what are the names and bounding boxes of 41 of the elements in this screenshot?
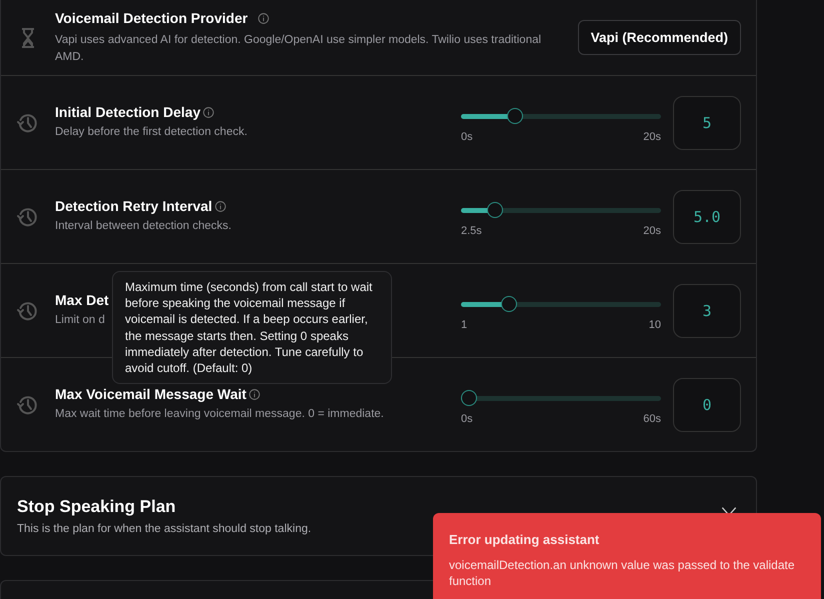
slider-track[interactable] xyxy=(461,202,661,219)
min-label: 2.5s xyxy=(461,225,482,237)
max-label: 20s xyxy=(643,131,661,143)
max-label: 60s xyxy=(643,413,661,425)
value-field[interactable]: 0 xyxy=(673,378,741,432)
setting-description: Limit on d xyxy=(55,313,105,328)
min-label: 0s xyxy=(461,413,473,425)
value-field[interactable]: 5.0 xyxy=(673,190,741,244)
max-label: 10 xyxy=(648,319,661,331)
setting-title: Max Voicemail Message Wait xyxy=(55,386,246,402)
slider-track[interactable] xyxy=(461,390,661,407)
slider-track[interactable] xyxy=(461,296,661,313)
value-field[interactable]: 3 xyxy=(673,284,741,338)
slider-thumb[interactable] xyxy=(461,390,477,406)
setting-description: Max wait time before leaving voicemail message. 0 = immediate. xyxy=(55,407,384,422)
provider-dropdown[interactable]: Vapi (Recommended) xyxy=(578,20,741,55)
setting-description: Interval between detection checks. xyxy=(55,219,232,234)
setting-title: Max Det xyxy=(55,292,109,308)
min-label: 1 xyxy=(461,319,468,331)
slider-track[interactable] xyxy=(461,108,661,125)
setting-title: Initial Detection Delay xyxy=(55,104,200,120)
value-field[interactable]: 5 xyxy=(673,96,741,150)
info-icon[interactable] xyxy=(258,12,269,24)
chevron-icon[interactable] xyxy=(720,506,738,516)
setting-description: Delay before the first detection check. xyxy=(55,125,248,140)
setting-title: Voicemail Detection Provider xyxy=(55,10,248,26)
slider-thumb[interactable] xyxy=(501,296,518,312)
info-icon[interactable] xyxy=(203,106,214,118)
info-icon[interactable] xyxy=(249,388,260,400)
setting-description: Vapi uses advanced AI for detection. Google/OpenAI use simpler models. Twilio uses traditional AMD. xyxy=(55,33,542,64)
setting-title: Detection Retry Interval xyxy=(55,198,212,214)
toast-message: voicemailDetection.an unknown value was passed to the validate function xyxy=(449,557,796,590)
slider-thumb[interactable] xyxy=(506,108,523,124)
info-icon[interactable] xyxy=(215,200,226,212)
section-description: This is the plan for when the assistant should stop talking. xyxy=(17,523,312,535)
toast-title: Error updating assistant xyxy=(449,532,600,547)
slider-thumb[interactable] xyxy=(486,202,503,218)
tooltip: Maximum time (seconds) from call start to wait before speaking the voicemail message if voicemail is detected. If a beep occurs earlier, the message starts then. Setting 0 speaks immediately after detection. Tune carefully to avoid cutoff. (Default: 0) xyxy=(112,271,392,384)
min-label: 0s xyxy=(461,131,473,143)
max-label: 20s xyxy=(643,225,661,237)
section-title: Stop Speaking Plan xyxy=(17,497,177,517)
